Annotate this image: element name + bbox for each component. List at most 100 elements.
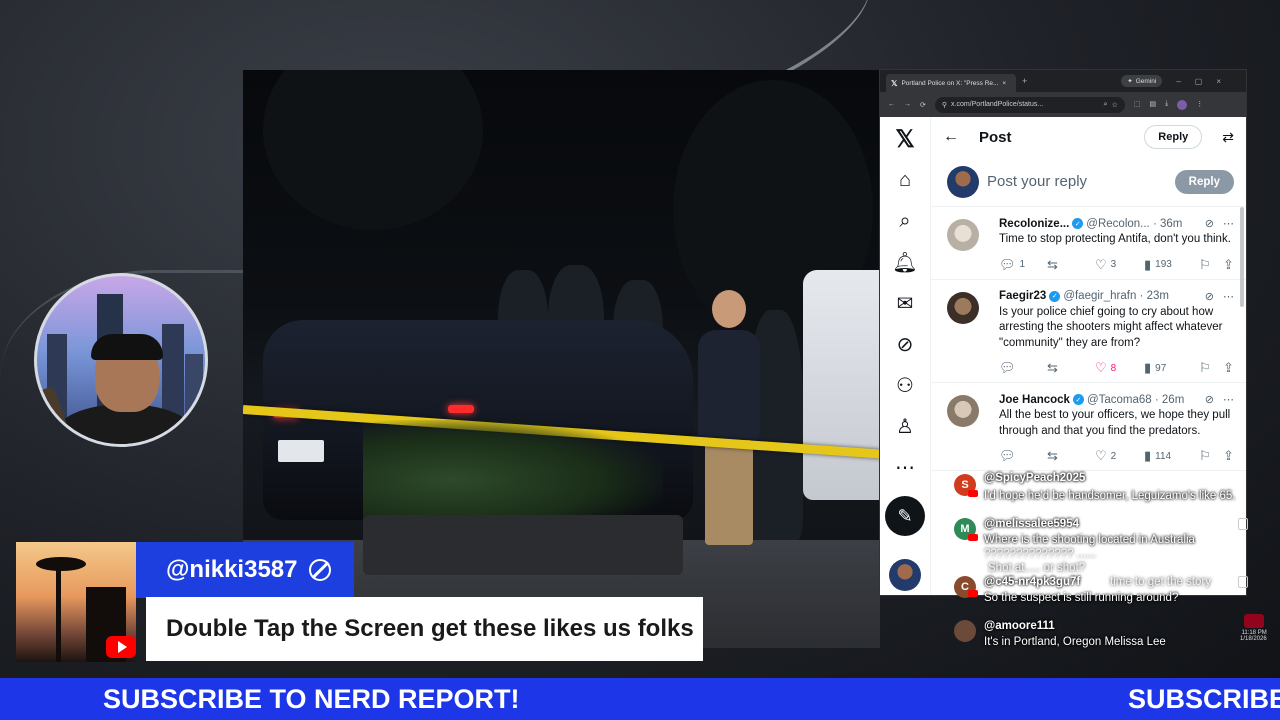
reply-action[interactable]: 💬︎: [999, 360, 1047, 376]
like-action[interactable]: ♡ 3: [1095, 257, 1144, 273]
menu-kebab-icon[interactable]: ⋮: [1196, 100, 1203, 110]
url-text: x.com/PortlandPolice/status...: [951, 101, 1044, 108]
tweet[interactable]: Recolonize... ✓ @Recolon... · 36m ⊘ ⋯ Ti…: [931, 207, 1246, 280]
views-icon: ▮: [1144, 360, 1152, 375]
search-icon[interactable]: ⌕: [889, 205, 921, 237]
reload-icon[interactable]: ⟳: [920, 101, 926, 109]
chat-ghost-text: Shot at..... or shot?: [988, 562, 1086, 574]
bookmark-icon[interactable]: ⚐: [1199, 257, 1223, 273]
site-info-icon[interactable]: ⚲: [942, 101, 947, 109]
share-icon[interactable]: ⇪: [1223, 257, 1234, 273]
viewer-message: Double Tap the Screen get these likes us…: [166, 615, 694, 642]
sidepanel-icon[interactable]: ▤: [1150, 100, 1157, 110]
reply-action[interactable]: 💬︎ 1: [999, 257, 1047, 273]
share-icon[interactable]: ⇪: [1223, 360, 1234, 376]
tweet-handle-time[interactable]: @Tacoma68 · 26m: [1087, 394, 1184, 406]
communities-icon[interactable]: ⚇: [889, 369, 921, 401]
tweet[interactable]: Faegir23 ✓ @faegir_hrafn · 23m ⊘ ⋯ Is yo…: [931, 280, 1246, 383]
reply-pill-button[interactable]: Reply: [1144, 125, 1203, 149]
tweet-avatar[interactable]: [947, 291, 979, 324]
viewer-name-banner: @nikki3587: [136, 542, 354, 598]
sliders-icon[interactable]: ⇄: [1222, 129, 1234, 146]
chat-ghost-text: time to get the story: [1110, 576, 1211, 588]
reply-input[interactable]: Post your reply: [987, 173, 1167, 190]
bookmark-star-icon[interactable]: ☆: [1112, 101, 1118, 109]
tweet-actions: 💬︎ ⇆ ♡ 8 ▮ 97 ⚐ ⇪: [999, 360, 1234, 376]
tweet-avatar[interactable]: [947, 219, 979, 251]
download-icon[interactable]: ⤓: [1165, 100, 1168, 110]
tab-bar: 𝕏 Portland Police on X: "Press Re... × +…: [880, 70, 1246, 92]
chat-text: It's in Portland, Oregon Melissa Lee: [984, 636, 1166, 648]
subscribe-ticker: SUBSCRIBE TO NERD REPORT! SUBSCRIBE: [0, 678, 1280, 720]
chat-text: I'd hope he'd be handsomer, Leguizamo's …: [984, 490, 1236, 502]
zoom-icon[interactable]: ⌕: [1104, 101, 1108, 109]
more-icon[interactable]: ⋯: [889, 451, 921, 483]
tweet[interactable]: Joe Hancock ✓ @Tacoma68 · 26m ⊘ ⋯ All th…: [931, 383, 1246, 471]
grok-icon[interactable]: ⊘: [1205, 290, 1214, 303]
tweet-author-name[interactable]: Joe Hancock: [999, 394, 1070, 406]
views-action[interactable]: ▮ 193: [1144, 257, 1199, 273]
grok-icon[interactable]: ⊘: [1205, 217, 1214, 230]
tweet-avatar[interactable]: [947, 395, 979, 427]
forward-arrow-icon[interactable]: →: [904, 101, 911, 108]
planter-box: [363, 515, 683, 575]
account-avatar[interactable]: [889, 559, 921, 591]
officer-figure: [698, 290, 760, 545]
close-window-button[interactable]: ×: [1216, 77, 1221, 86]
viewer-message-banner: Double Tap the Screen get these likes us…: [146, 597, 703, 661]
reply-button[interactable]: Reply: [1174, 169, 1234, 194]
tweet-handle-time[interactable]: @faegir_hrafn · 23m: [1063, 290, 1169, 302]
gemini-button[interactable]: ✦ Gemini: [1121, 75, 1163, 87]
chat-text: So the suspect is still running around?: [984, 592, 1179, 604]
repost-action[interactable]: ⇆: [1047, 257, 1095, 273]
profile-avatar-icon[interactable]: [1177, 99, 1188, 110]
tree-silhouette: [263, 70, 483, 230]
verified-icon: ✓: [1049, 290, 1061, 302]
heart-icon: ♡: [1095, 256, 1107, 272]
chat-avatar: [954, 620, 976, 642]
profile-icon[interactable]: ♙: [889, 410, 921, 442]
repost-action[interactable]: ⇆: [1047, 360, 1095, 376]
like-action[interactable]: ♡ 8: [1095, 360, 1144, 376]
tweet-author-name[interactable]: Faegir23: [999, 290, 1046, 302]
extensions-icon[interactable]: ⬚: [1134, 100, 1141, 110]
back-arrow-icon[interactable]: ←: [943, 128, 959, 146]
url-input[interactable]: ⚲ x.com/PortlandPolice/status... ⌕ ☆: [934, 96, 1125, 113]
youtube-icon: [106, 636, 136, 658]
sparkle-icon: ✦: [1127, 78, 1133, 85]
tweet-text: Is your police chief going to cry about …: [999, 305, 1223, 349]
back-arrow-icon[interactable]: ←: [888, 101, 895, 108]
browser-tab[interactable]: 𝕏 Portland Police on X: "Press Re... ×: [886, 74, 1016, 92]
scrollbar[interactable]: [1240, 207, 1244, 307]
tweet-handle-time[interactable]: @Recolon... · 36m: [1086, 218, 1182, 230]
x-left-nav: 𝕏 ⌂ ⌕ 🔔︎ ✉ ⊘ ⚇ ♙ ⋯ ✎: [880, 117, 930, 595]
maximize-button[interactable]: ▢: [1195, 77, 1203, 86]
new-tab-button[interactable]: +: [1022, 76, 1027, 86]
flag-icon[interactable]: [1238, 576, 1248, 588]
tab-close-icon[interactable]: ×: [1002, 80, 1006, 87]
tweet-actions: 💬︎ 1 ⇆ ♡ 3 ▮ 193 ⚐ ⇪: [999, 257, 1234, 273]
grok-icon[interactable]: ⊘: [1205, 393, 1214, 406]
minimize-button[interactable]: –: [1176, 77, 1180, 86]
more-icon[interactable]: ⋯: [1223, 290, 1234, 303]
live-chat-overlay: S @SpicyPeach2025 I'd hope he'd be hands…: [944, 462, 1264, 650]
flag-icon[interactable]: [1238, 518, 1248, 530]
more-icon[interactable]: ⋯: [1223, 393, 1234, 406]
grok-icon[interactable]: ⊘: [889, 328, 921, 360]
ticker-text-right: SUBSCRIBE: [1128, 684, 1280, 714]
bookmark-icon[interactable]: ⚐: [1199, 360, 1223, 376]
mail-icon[interactable]: ✉: [889, 287, 921, 319]
x-logo-icon[interactable]: 𝕏: [889, 123, 921, 155]
reply-icon: 💬︎: [999, 360, 1016, 375]
tweet-text: Time to stop protecting Antifa, don't yo…: [999, 233, 1231, 245]
tweet-author-name[interactable]: Recolonize...: [999, 218, 1069, 230]
home-icon[interactable]: ⌂: [889, 164, 921, 196]
more-icon[interactable]: ⋯: [1223, 217, 1234, 230]
bell-icon[interactable]: 🔔︎: [889, 246, 921, 278]
views-action[interactable]: ▮ 97: [1144, 360, 1199, 376]
window-controls: – ▢ ×: [1176, 77, 1221, 86]
verified-icon: ✓: [1072, 394, 1084, 405]
license-plate: [278, 440, 324, 462]
heart-icon: ♡: [1095, 360, 1107, 375]
compose-icon[interactable]: ✎: [885, 496, 925, 536]
